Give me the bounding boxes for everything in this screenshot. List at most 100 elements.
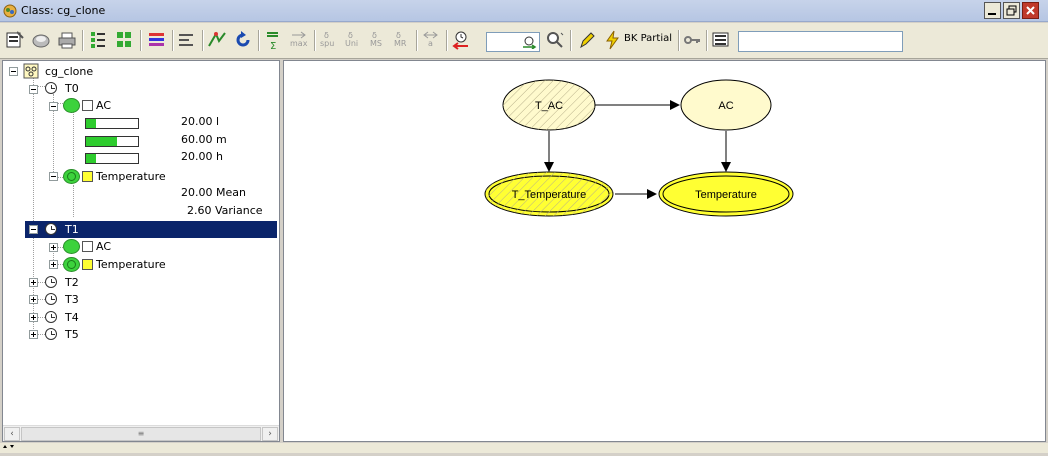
propagate-button[interactable] <box>206 29 228 51</box>
collapse-toggle[interactable] <box>9 67 18 76</box>
expand-toggle[interactable] <box>29 278 38 287</box>
align-button[interactable] <box>176 29 198 51</box>
tree-item-t1-temperature[interactable]: Temperature <box>96 256 166 273</box>
network-class-icon <box>23 63 39 79</box>
node-tree-panel[interactable]: cg_clone T0 AC 20.00 l 60.00 m 20.00 h T… <box>2 60 280 442</box>
belief-bar-fill <box>86 154 97 163</box>
belief-bar <box>85 118 139 129</box>
expand-toggle[interactable] <box>29 295 38 304</box>
tree-item-ac[interactable]: AC <box>96 97 111 114</box>
max-propagation-button[interactable]: max <box>288 29 310 51</box>
pencil-icon <box>580 32 595 49</box>
window-title: Class: cg_clone <box>21 4 106 17</box>
show-states-button[interactable] <box>88 29 110 51</box>
discrete-node-icon <box>63 239 80 254</box>
tree-root-label[interactable]: cg_clone <box>45 63 93 80</box>
toolbar: Σ max δ spu δ Uni δ MS δ MR a BK Partial <box>0 23 1048 59</box>
restore-icon <box>1006 5 1017 16</box>
expand-toggle[interactable] <box>49 243 58 252</box>
node-ac[interactable]: AC <box>680 79 772 131</box>
all-states-icon <box>117 32 131 47</box>
zoom-button[interactable] <box>544 29 566 51</box>
propagate-icon <box>208 31 226 47</box>
collapse-toggle[interactable] <box>49 172 58 181</box>
bars-button[interactable] <box>146 29 168 51</box>
node-color-square <box>82 259 93 270</box>
continuous-node-icon <box>63 257 80 272</box>
temperature-variance: 2.60 Variance <box>187 204 263 217</box>
collapse-toggle[interactable] <box>49 102 58 111</box>
printer-icon <box>58 32 76 49</box>
expand-toggle[interactable] <box>29 330 38 339</box>
timer-back-icon <box>452 31 468 50</box>
app-icon <box>3 4 17 18</box>
compile-icon <box>32 34 50 48</box>
node-color-square <box>82 100 93 111</box>
expand-toggle[interactable] <box>49 260 58 269</box>
clock-icon <box>45 328 57 340</box>
node-t-ac[interactable]: T_AC <box>502 79 596 131</box>
pencil-button[interactable] <box>576 29 598 51</box>
print-button[interactable] <box>56 29 78 51</box>
selection-highlight <box>25 221 277 238</box>
node-temperature[interactable]: Temperature <box>658 171 794 217</box>
time-slice-spinner[interactable] <box>486 32 540 52</box>
arrow-a-button[interactable]: a <box>420 29 442 51</box>
horizontal-scrollbar[interactable]: ‹ ≡ › <box>3 425 279 441</box>
node-label: AC <box>718 100 733 112</box>
network-graph: T_AC AC T_Temperature Temperature <box>484 79 794 217</box>
key-button[interactable] <box>682 29 704 51</box>
reset-button[interactable] <box>232 29 254 51</box>
node-label: T_Temperature <box>512 189 587 201</box>
state-value: 20.00 l <box>181 115 220 128</box>
belief-bar-fill <box>86 119 97 128</box>
properties-button[interactable] <box>4 29 26 51</box>
sum-propagation-button[interactable]: Σ <box>262 29 284 52</box>
search-input[interactable] <box>738 31 903 52</box>
tree-item-temperature[interactable]: Temperature <box>96 168 166 185</box>
key-icon <box>684 36 700 44</box>
restore-button[interactable] <box>1003 2 1020 19</box>
tree-item-t3[interactable]: T3 <box>65 291 79 308</box>
bk-partial-label[interactable]: BK Partial <box>624 33 672 44</box>
clock-icon <box>45 82 57 94</box>
tree-item-t4[interactable]: T4 <box>65 309 79 326</box>
network-graph-panel[interactable]: T_AC AC T_Temperature Temperature <box>283 60 1046 442</box>
scroll-left-button[interactable]: ‹ <box>4 427 20 441</box>
tree-item-t1[interactable]: T1 <box>65 221 79 238</box>
tree-states-icon <box>91 32 105 48</box>
tree-item-t0[interactable]: T0 <box>65 80 79 97</box>
title-bar: Class: cg_clone <box>0 0 1048 22</box>
show-all-states-button[interactable] <box>114 29 136 51</box>
node-t-temperature[interactable]: T_Temperature <box>484 171 614 217</box>
scroll-right-button[interactable]: › <box>262 427 278 441</box>
timer-back-button[interactable] <box>450 29 472 51</box>
scrollbar-thumb[interactable]: ≡ <box>21 427 261 441</box>
clock-icon <box>45 311 57 323</box>
keyboard-icon <box>712 32 729 47</box>
svg-text:Σ: Σ <box>270 41 276 51</box>
lightning-icon <box>606 30 619 50</box>
state-value: 60.00 m <box>181 133 227 146</box>
ms-button[interactable]: δ MS <box>366 29 388 51</box>
bk-button[interactable] <box>602 29 624 51</box>
clock-icon <box>45 276 57 288</box>
compile-button[interactable] <box>30 29 52 51</box>
tree-item-t1-ac[interactable]: AC <box>96 238 111 255</box>
continuous-node-icon <box>63 169 80 184</box>
keyboard-button[interactable] <box>710 29 732 51</box>
collapse-toggle[interactable] <box>29 225 38 234</box>
tree-item-t5[interactable]: T5 <box>65 326 79 343</box>
minimize-icon <box>988 13 996 15</box>
mr-button[interactable]: δ MR <box>390 29 412 51</box>
spu-button[interactable]: δ spu <box>318 29 340 51</box>
minimize-button[interactable] <box>984 2 1001 19</box>
node-label: T_AC <box>535 100 563 112</box>
tree-item-t2[interactable]: T2 <box>65 274 79 291</box>
close-button[interactable] <box>1022 2 1039 19</box>
collapse-toggle[interactable] <box>29 85 38 94</box>
magnifier-icon <box>547 32 564 48</box>
expand-toggle[interactable] <box>29 313 38 322</box>
uni-button[interactable]: δ Uni <box>342 29 364 51</box>
splitter-bar[interactable] <box>0 443 1048 453</box>
